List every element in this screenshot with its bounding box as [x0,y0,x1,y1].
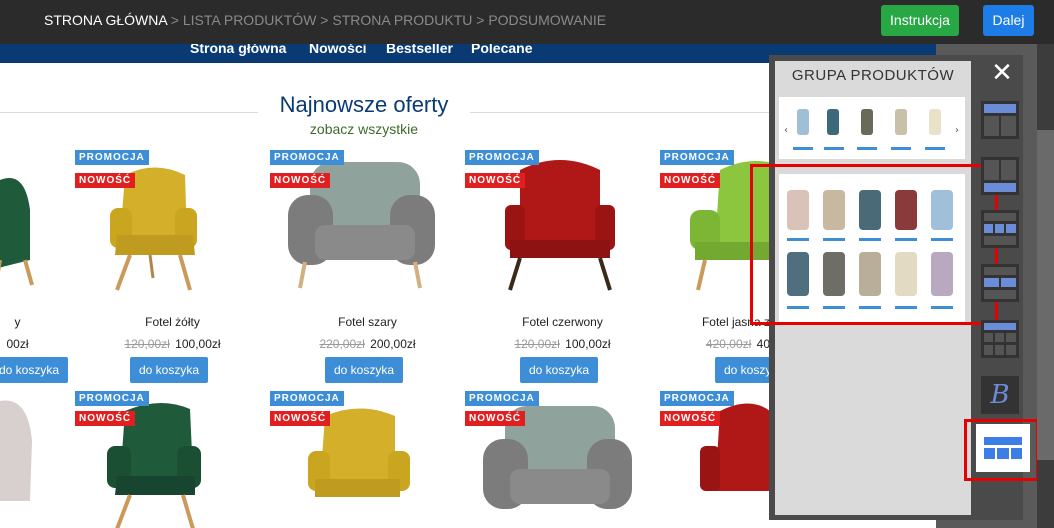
promo-badge: PROMOCJA [75,150,149,165]
layout-option-1-icon[interactable] [981,101,1019,139]
section-title: Najnowsze oferty [279,92,449,117]
next-button[interactable]: Dalej [983,5,1034,36]
shop-nav-new[interactable]: Nowości [309,44,367,56]
price: 40 [756,337,770,351]
layout-option-5-icon[interactable] [981,320,1019,358]
svg-text:›: › [955,125,959,136]
promo-badge: PROMOCJA [660,391,734,406]
new-badge: NOWOŚĆ [270,411,331,426]
new-badge: NOWOŚĆ [75,411,136,426]
layout-thumb-carousel[interactable]: ‹ › [779,97,965,159]
product-price: 120,00zł 100,00zł [75,337,270,351]
promo-badge: PROMOCJA [270,391,344,406]
shop-nav-home[interactable]: Strona główna [190,44,286,56]
shop-nav-bestseller[interactable]: Bestseller [386,44,453,56]
promo-badge: PROMOCJA [270,150,344,165]
new-badge: NOWOŚĆ [270,173,331,188]
panel-title: GRUPA PRODUKTÓW [791,67,955,84]
add-to-cart-button[interactable]: do koszyka [325,357,403,383]
product-name[interactable]: Fotel szary [270,315,465,329]
add-to-cart-button[interactable]: do koszyka [520,357,598,383]
chair-image[interactable] [0,150,75,310]
top-bar: STRONA GŁÓWNA > LISTA PRODUKTÓW > STRONA… [0,0,1054,44]
layout-option-4-icon[interactable] [981,264,1019,302]
section-divider-right [470,112,770,113]
layout-option-3-icon[interactable] [981,210,1019,248]
add-to-cart-button[interactable]: do koszyka [130,357,208,383]
new-badge: NOWOŚĆ [465,411,526,426]
see-all-link[interactable]: zobacz wszystkie [266,121,462,137]
section-divider-left [0,112,258,113]
old-price: 420,00zł [705,337,752,351]
promo-badge: PROMOCJA [660,150,734,165]
product-price: 420,00zł 40 [660,337,770,351]
new-badge: NOWOŚĆ [660,411,721,426]
product-name[interactable]: Fotel żółty [75,315,270,329]
price: 100,00zł [565,337,611,351]
chair-body [0,178,30,268]
price: 200,00zł [370,337,416,351]
product-price: 220,00zł 200,00zł [270,337,465,351]
product-price: 120,00zł 100,00zł [465,337,660,351]
svg-text:‹: ‹ [784,125,788,136]
old-price: 120,00zł [514,337,560,351]
close-icon[interactable]: ✕ [979,58,1025,86]
old-price: 120,00zł [124,337,170,351]
breadcrumb-active[interactable]: STRONA GŁÓWNA [44,12,167,28]
price: 00zł [6,337,29,351]
instruction-button[interactable]: Instrukcja [881,5,959,36]
grid-layout-highlight [750,164,998,325]
old-price: 220,00zł [319,337,365,351]
product-name[interactable]: Fotel czerwony [465,315,660,329]
breadcrumb: STRONA GŁÓWNA > LISTA PRODUKTÓW > STRONA… [44,12,606,28]
grid-button-highlight [964,419,1039,481]
promo-badge: PROMOCJA [465,150,539,165]
layout-option-2-icon[interactable] [981,157,1019,195]
bold-text-layout-button[interactable]: B [981,376,1019,414]
promo-badge: PROMOCJA [75,391,149,406]
breadcrumb-rest: > LISTA PRODUKTÓW > STRONA PRODUKTU > PO… [166,12,607,28]
new-badge: NOWOŚĆ [660,173,721,188]
scrollbar-thumb[interactable] [1037,130,1054,460]
add-to-cart-button[interactable]: do koszyka [0,357,68,383]
new-badge: NOWOŚĆ [465,173,526,188]
new-badge: NOWOŚĆ [75,173,136,188]
shop-nav-recommended[interactable]: Polecane [471,44,532,56]
chair-image[interactable] [0,391,75,528]
price: 100,00zł [175,337,221,351]
promo-badge: PROMOCJA [465,391,539,406]
